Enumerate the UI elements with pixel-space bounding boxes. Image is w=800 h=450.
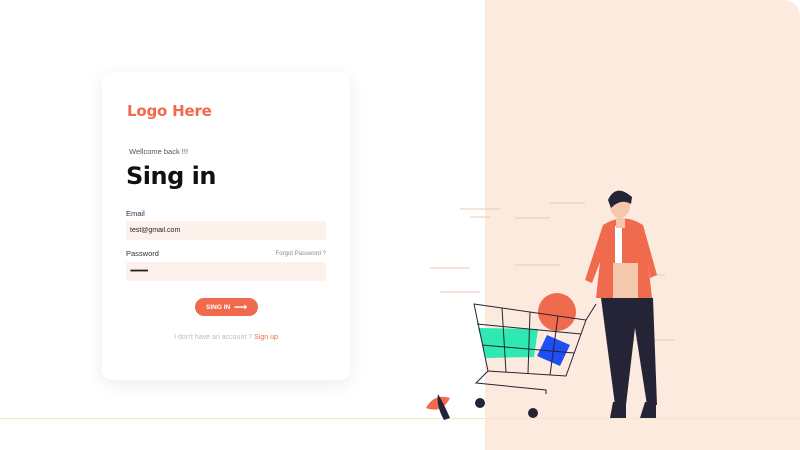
signup-link[interactable]: Sign up — [254, 334, 278, 341]
page-title: Sing in — [126, 162, 216, 190]
password-field[interactable] — [126, 262, 326, 281]
plant-icon — [426, 394, 450, 420]
arrow-right-icon: ⟶ — [234, 302, 247, 312]
signin-card: Logo Here Wellcome back !!! Sing in Emai… — [102, 72, 350, 380]
password-label: Password — [126, 249, 159, 258]
signin-button-label: SING IN — [206, 303, 231, 311]
shopping-cart-icon — [473, 293, 597, 418]
forgot-password-link[interactable]: Forgot Password ? — [276, 251, 326, 257]
signup-row: I don't have an account ? Sign up — [102, 334, 350, 341]
shopping-cart-person-illustration — [426, 190, 675, 420]
signin-button[interactable]: SING IN ⟶ — [195, 298, 258, 316]
email-label: Email — [126, 209, 145, 218]
no-account-text: I don't have an account ? — [174, 334, 253, 341]
welcome-text: Wellcome back !!! — [129, 147, 189, 156]
logo: Logo Here — [127, 102, 212, 120]
email-field[interactable] — [126, 221, 326, 240]
